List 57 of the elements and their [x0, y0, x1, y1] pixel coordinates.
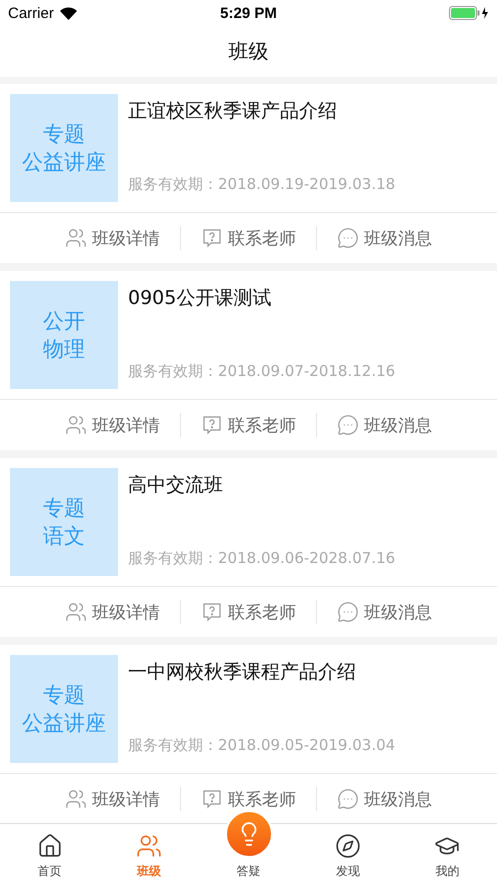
tab-item[interactable]: 我的	[398, 824, 497, 883]
class-title: 一中网校秋季课程产品介绍	[128, 660, 357, 685]
class-messages-button[interactable]: 班级消息	[317, 226, 452, 250]
tab-item[interactable]: 首页	[0, 824, 100, 883]
validity-period: 服务有效期：2018.09.05-2019.03.04	[128, 736, 396, 755]
class-title: 0905公开课测试	[128, 286, 272, 311]
chat-bubble-icon	[337, 414, 359, 436]
chat-bubble-icon	[337, 227, 359, 249]
home-icon	[36, 833, 63, 859]
class-details-button[interactable]: 班级详情	[45, 788, 180, 810]
cover-text: 公开	[43, 308, 85, 335]
cover-text: 物理	[43, 336, 85, 363]
people-icon	[65, 227, 87, 249]
carrier-name: Carrier	[8, 4, 54, 22]
cover-text: 专题	[43, 121, 85, 148]
cover-text: 公益讲座	[22, 710, 106, 737]
question-bubble-icon	[201, 788, 223, 810]
people-icon	[65, 601, 87, 623]
battery-icon	[449, 6, 489, 20]
compass-icon	[334, 833, 361, 859]
people-icon	[136, 833, 162, 859]
class-messages-button[interactable]: 班级消息	[317, 414, 452, 436]
tab-label[interactable]: 答疑	[236, 863, 261, 880]
chat-bubble-icon	[337, 601, 359, 623]
class-card[interactable]: 公开 物理 0905公开课测试 服务有效期：2018.09.07-2018.12.16 班级详情 联系老师 班级消息	[0, 271, 497, 450]
page-title: 班级	[228, 38, 268, 65]
tab-item[interactable]: 班级	[99, 824, 199, 883]
class-messages-button[interactable]: 班级消息	[317, 788, 452, 810]
people-icon	[65, 788, 87, 810]
contact-teacher-button[interactable]: 联系老师	[181, 788, 316, 810]
contact-teacher-button[interactable]: 联系老师	[181, 226, 316, 250]
class-details-button[interactable]: 班级详情	[45, 226, 180, 250]
class-title: 高中交流班	[128, 473, 224, 498]
cover-text: 专题	[43, 682, 85, 709]
class-card[interactable]: 专题 语文 高中交流班 服务有效期：2018.09.06-2028.07.16 班级详情 联系老师 班级消息	[0, 458, 497, 637]
cover-text: 语文	[43, 523, 85, 550]
chat-bubble-icon	[337, 788, 359, 810]
class-details-button[interactable]: 班级详情	[45, 600, 180, 624]
class-messages-button[interactable]: 班级消息	[317, 600, 452, 624]
contact-teacher-button[interactable]: 联系老师	[181, 600, 316, 624]
tab-item[interactable]: 发现	[298, 824, 398, 883]
cover-text: 专题	[43, 495, 85, 522]
wifi-icon	[60, 6, 77, 20]
class-card[interactable]: 专题 公益讲座 正谊校区秋季课产品介绍 服务有效期：2018.09.19-2019.03.18 班级详情 联系老师 班级消息	[0, 84, 497, 263]
question-bubble-icon	[201, 601, 223, 623]
contact-teacher-button[interactable]: 联系老师	[181, 414, 316, 436]
validity-period: 服务有效期：2018.09.07-2018.12.16	[128, 362, 396, 381]
class-title: 正谊校区秋季课产品介绍	[128, 99, 338, 124]
status-time: 5:29 PM	[220, 4, 277, 22]
people-icon	[65, 414, 87, 436]
validity-period: 服务有效期：2018.09.06-2028.07.16	[128, 549, 396, 568]
validity-period: 服务有效期：2018.09.19-2019.03.18	[128, 175, 396, 194]
cover-text: 公益讲座	[22, 149, 106, 176]
class-details-button[interactable]: 班级详情	[45, 414, 180, 436]
question-bubble-icon	[201, 227, 223, 249]
question-bubble-icon	[201, 414, 223, 436]
class-card[interactable]: 专题 公益讲座 一中网校秋季课程产品介绍 服务有效期：2018.09.05-2019.03.04 班级详情 联系老师 班级消息	[0, 645, 497, 823]
